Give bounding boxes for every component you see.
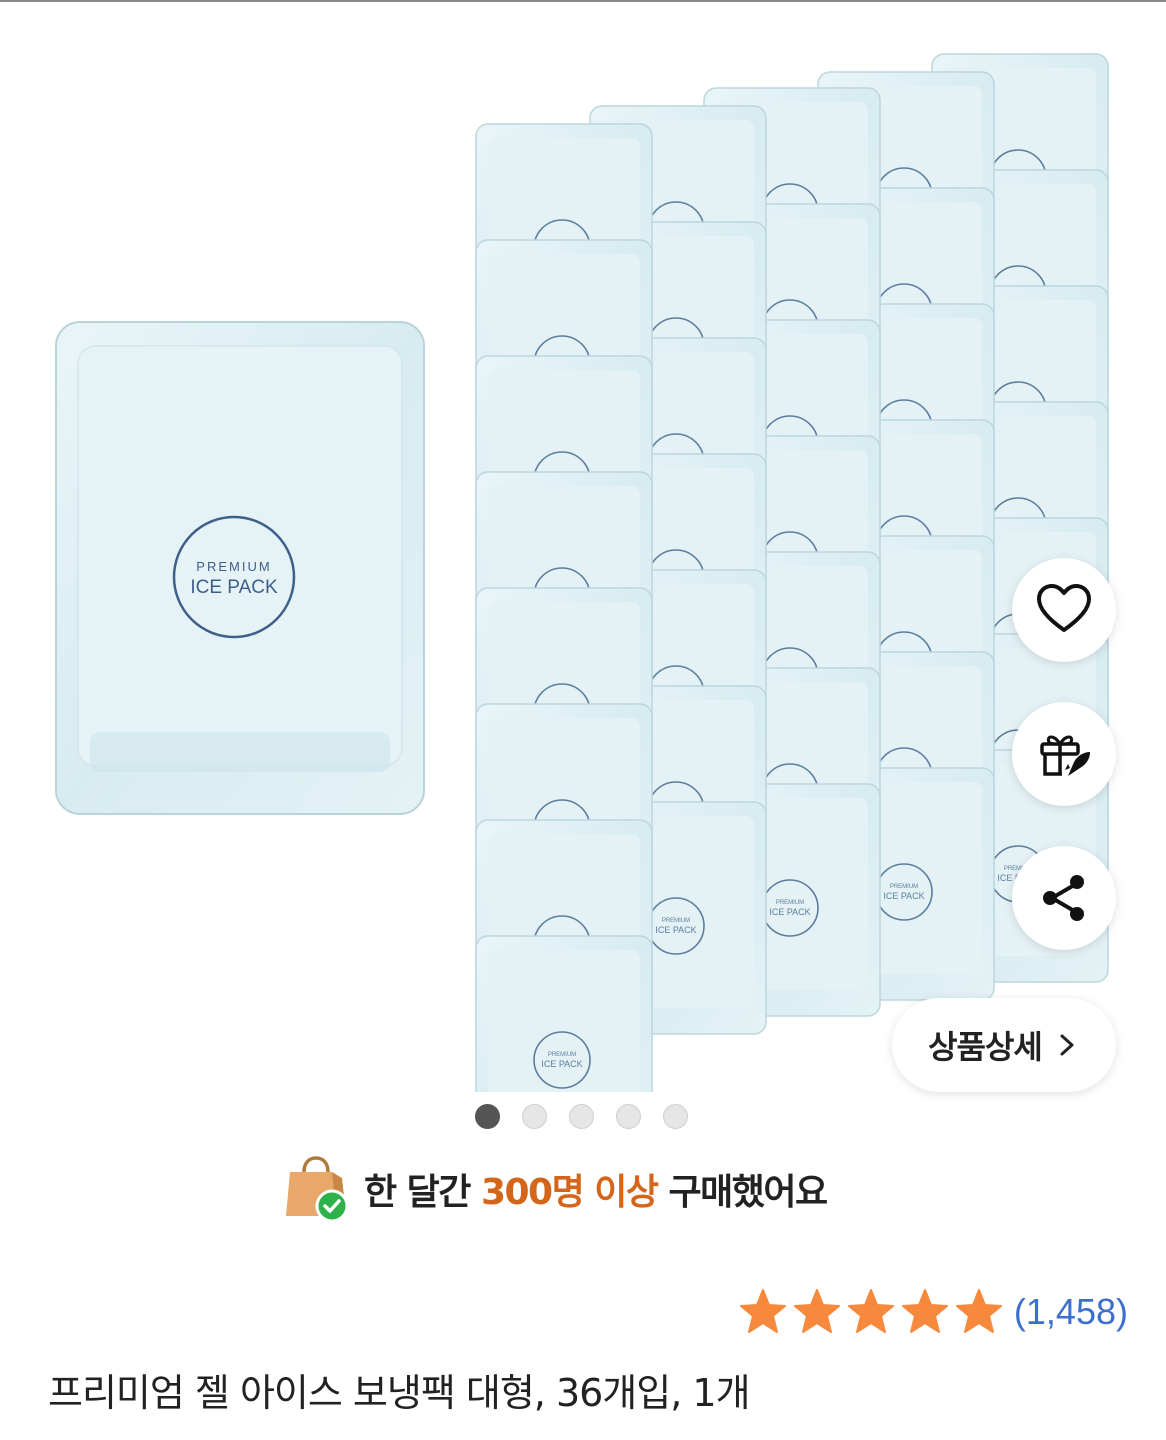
share-icon xyxy=(1043,875,1084,921)
pack-label-premium: PREMIUM xyxy=(196,559,271,574)
carousel-dot[interactable] xyxy=(616,1104,641,1129)
heart-icon xyxy=(1037,584,1091,632)
chevron-right-icon xyxy=(1060,1034,1074,1056)
pack-label-ice-pack: ICE PACK xyxy=(541,1059,582,1069)
purchase-highlight: 300명 이상 xyxy=(480,1172,659,1213)
gift-button[interactable] xyxy=(1012,702,1116,806)
carousel-indicator xyxy=(475,1104,688,1130)
pack-label-ice-pack: ICE PACK xyxy=(769,907,810,917)
star-icon xyxy=(739,1289,786,1333)
pack-label-premium: PREMIUM xyxy=(776,900,804,906)
carousel-dot[interactable] xyxy=(663,1104,688,1129)
share-button[interactable] xyxy=(1012,846,1116,950)
carousel-dot[interactable] xyxy=(569,1104,594,1129)
carousel-dot[interactable] xyxy=(522,1104,547,1129)
carousel-dot[interactable] xyxy=(475,1104,500,1129)
product-title: 프리미엄 젤 아이스 보냉팩 대형, 36개입, 1개 xyxy=(48,1371,751,1415)
product-detail-label: 상품상세 xyxy=(928,1028,1043,1066)
like-button[interactable] xyxy=(1012,558,1116,662)
shopping-bag-check-icon xyxy=(286,1156,349,1223)
star-icon xyxy=(955,1289,1002,1333)
pack-label-ice-pack: ICE PACK xyxy=(190,577,278,598)
purchase-count-text: 한 달간 300명 이상 구매했어요 xyxy=(364,1163,829,1215)
pack-label-premium: PREMIUM xyxy=(548,1052,576,1058)
product-image-gallery[interactable]: PREMIUMICE PACKPREMIUMICE PACKPREMIUMICE… xyxy=(0,2,1166,1092)
rating-stars xyxy=(738,1287,1008,1337)
stacked-ice-pack: PREMIUMICE PACK xyxy=(475,935,653,1092)
pack-label-ice-pack: ICE PACK xyxy=(655,925,696,935)
product-image: PREMIUMICE PACKPREMIUMICE PACKPREMIUMICE… xyxy=(55,53,1109,1092)
review-count[interactable]: (1,458) xyxy=(1014,1291,1128,1333)
purchase-suffix: 구매했어요 xyxy=(657,1172,829,1213)
star-icon xyxy=(847,1289,894,1333)
single-ice-pack: PREMIUM ICE PACK xyxy=(55,321,425,815)
product-rating[interactable]: (1,458) xyxy=(738,1286,1128,1338)
pack-label-ice-pack: ICE PACK xyxy=(883,891,924,901)
purchase-count-banner: 한 달간 300명 이상 구매했어요 xyxy=(284,1152,829,1226)
product-detail-button[interactable]: 상품상세 xyxy=(892,998,1116,1092)
pack-label-premium: PREMIUM xyxy=(662,918,690,924)
star-icon xyxy=(901,1289,948,1333)
star-icon xyxy=(793,1289,840,1333)
pack-label-premium: PREMIUM xyxy=(890,884,918,890)
gift-rocket-icon xyxy=(1040,735,1090,776)
purchase-prefix: 한 달간 xyxy=(364,1172,481,1213)
